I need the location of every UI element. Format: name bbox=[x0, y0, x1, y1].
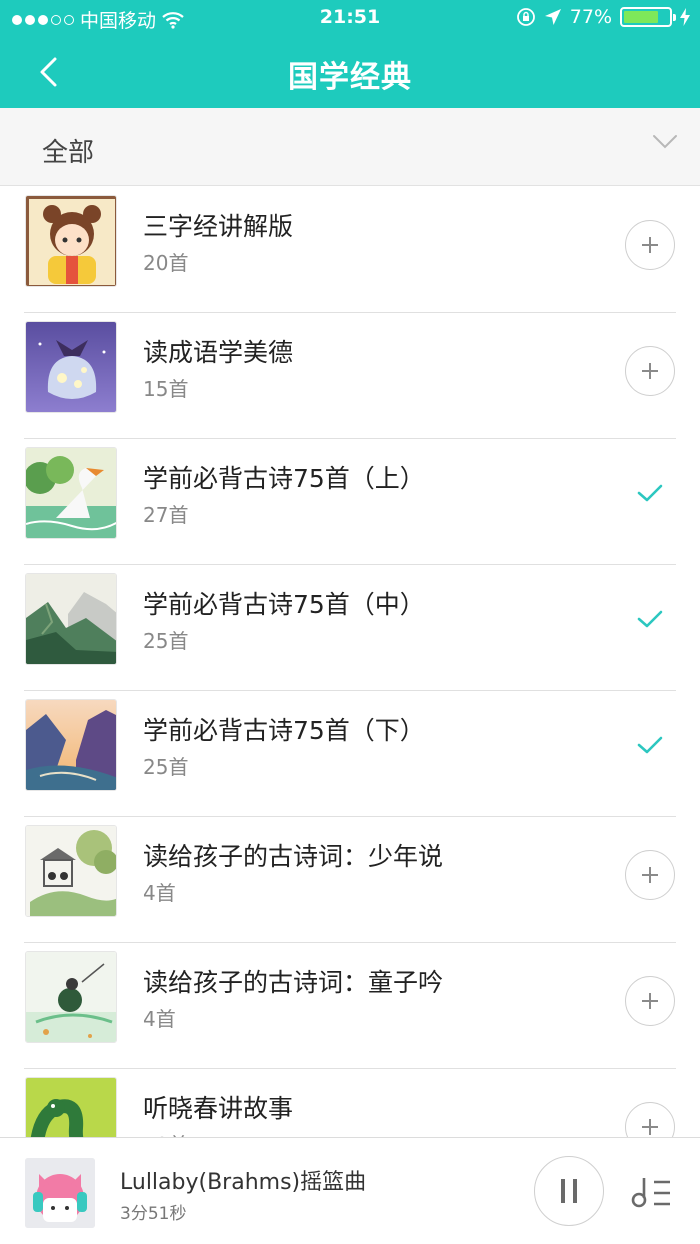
list-item[interactable]: 读给孩子的古诗词：少年说 4首 bbox=[0, 817, 700, 943]
check-icon[interactable] bbox=[636, 483, 664, 503]
album-title: 听晓春讲故事 bbox=[143, 1094, 294, 1123]
album-cover bbox=[25, 573, 117, 665]
player-cover bbox=[25, 1158, 95, 1228]
album-cover bbox=[25, 447, 117, 539]
list-item[interactable]: 学前必背古诗75首（下） 25首 bbox=[0, 691, 700, 817]
add-button[interactable] bbox=[625, 976, 675, 1026]
album-list: 三字经讲解版 20首 读成语学美德 15首 学前必背古诗75首（上） 27首 学… bbox=[0, 187, 700, 1137]
chevron-down-icon bbox=[653, 135, 677, 149]
app-header: 中国移动 21:51 77% 国学经典 bbox=[0, 0, 700, 108]
battery-percent: 77% bbox=[569, 6, 612, 28]
album-count: 27首 bbox=[143, 503, 189, 527]
location-icon bbox=[544, 9, 561, 25]
add-button[interactable] bbox=[625, 850, 675, 900]
check-icon[interactable] bbox=[636, 609, 664, 629]
orientation-lock-icon bbox=[516, 8, 535, 26]
mini-player[interactable]: Lullaby(Brahms)摇篮曲 3分51秒 bbox=[0, 1137, 700, 1244]
album-title: 学前必背古诗75首（中） bbox=[143, 590, 425, 619]
pause-button[interactable] bbox=[534, 1156, 604, 1226]
add-button[interactable] bbox=[625, 1102, 675, 1137]
list-item[interactable]: 读给孩子的古诗词：童子吟 4首 bbox=[0, 943, 700, 1069]
nav-bar: 国学经典 bbox=[0, 36, 700, 108]
playlist-icon[interactable] bbox=[630, 1176, 674, 1210]
album-title: 学前必背古诗75首（上） bbox=[143, 464, 425, 493]
list-item[interactable]: 三字经讲解版 20首 bbox=[0, 187, 700, 313]
album-count: 15首 bbox=[143, 377, 189, 401]
add-button[interactable] bbox=[625, 346, 675, 396]
status-right: 77% bbox=[516, 6, 690, 28]
filter-label: 全部 bbox=[42, 138, 95, 168]
list-item[interactable]: 读成语学美德 15首 bbox=[0, 313, 700, 439]
now-playing-duration: 3分51秒 bbox=[120, 1204, 187, 1224]
album-count: 25首 bbox=[143, 629, 189, 653]
battery-fill bbox=[624, 11, 658, 23]
list-item[interactable]: 学前必背古诗75首（上） 27首 bbox=[0, 439, 700, 565]
category-filter-dropdown[interactable]: 全部 bbox=[0, 108, 700, 186]
album-cover bbox=[25, 699, 117, 791]
album-cover bbox=[25, 195, 117, 287]
album-count: 4首 bbox=[143, 1007, 176, 1031]
status-bar: 中国移动 21:51 77% bbox=[0, 0, 700, 36]
battery-icon bbox=[620, 7, 676, 27]
album-cover bbox=[25, 321, 117, 413]
charging-icon bbox=[680, 8, 690, 26]
plus-icon bbox=[642, 363, 658, 379]
plus-icon bbox=[642, 867, 658, 883]
page-title: 国学经典 bbox=[288, 60, 412, 95]
album-count: 4首 bbox=[143, 881, 176, 905]
album-cover bbox=[25, 951, 117, 1043]
plus-icon bbox=[642, 1119, 658, 1135]
plus-icon bbox=[642, 993, 658, 1009]
album-cover bbox=[25, 825, 117, 917]
album-cover bbox=[25, 1077, 117, 1137]
list-item[interactable]: 学前必背古诗75首（中） 25首 bbox=[0, 565, 700, 691]
album-title: 学前必背古诗75首（下） bbox=[143, 716, 425, 745]
list-item[interactable]: 听晓春讲故事 19首 bbox=[0, 1069, 700, 1137]
album-count: 25首 bbox=[143, 755, 189, 779]
check-icon[interactable] bbox=[636, 735, 664, 755]
now-playing-title: Lullaby(Brahms)摇篮曲 bbox=[120, 1170, 367, 1195]
album-title: 三字经讲解版 bbox=[143, 212, 294, 241]
album-count: 19首 bbox=[143, 1129, 188, 1137]
add-button[interactable] bbox=[625, 220, 675, 270]
album-title: 读给孩子的古诗词：少年说 bbox=[143, 842, 444, 871]
pause-icon bbox=[561, 1179, 577, 1203]
album-count: 20首 bbox=[143, 251, 189, 275]
album-title: 读给孩子的古诗词：童子吟 bbox=[143, 968, 444, 997]
album-title: 读成语学美德 bbox=[143, 338, 294, 367]
plus-icon bbox=[642, 237, 658, 253]
